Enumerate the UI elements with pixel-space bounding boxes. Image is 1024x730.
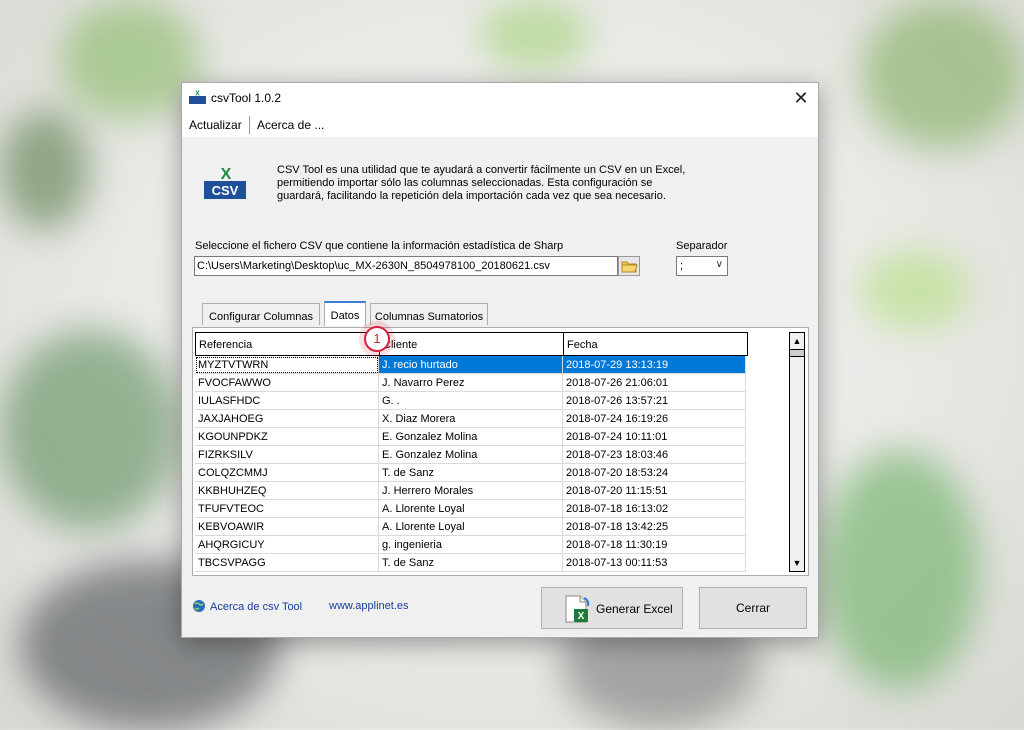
column-header-cliente[interactable]: Cliente: [380, 333, 564, 355]
table-cell-referencia[interactable]: TBCSVPAGG: [195, 554, 379, 572]
background-map: [0, 330, 180, 530]
table-cell-cliente[interactable]: J. recio hurtado: [379, 356, 563, 374]
table-row[interactable]: KKBHUHZEQ J. Herrero Morales 2018-07-20 11…: [195, 482, 748, 500]
background-plant: [860, 0, 1024, 150]
table-cell-fecha[interactable]: 2018-07-18 16:13:02: [563, 500, 746, 518]
background-object: [860, 250, 970, 330]
table-cell-cliente[interactable]: J. Herrero Morales: [379, 482, 563, 500]
tab-datos[interactable]: Datos: [324, 301, 366, 326]
table-cell-cliente[interactable]: G. .: [379, 392, 563, 410]
about-link-text: Acerca de csv Tool: [210, 601, 303, 613]
table-cell-referencia[interactable]: KGOUNPDKZ: [195, 428, 379, 446]
table-cell-fecha[interactable]: 2018-07-24 10:11:01: [563, 428, 746, 446]
table-cell-fecha[interactable]: 2018-07-23 18:03:46: [563, 446, 746, 464]
separator-label: Separador: [676, 240, 728, 252]
separator-value: ;: [680, 260, 684, 272]
about-link[interactable]: Acerca de csv Tool: [192, 599, 302, 613]
table-cell-referencia[interactable]: KEBVOAWIR: [195, 518, 379, 536]
generate-excel-label: Generar Excel: [596, 602, 673, 616]
table-cell-cliente[interactable]: E. Gonzalez Molina: [379, 428, 563, 446]
table-row[interactable]: FIZRKSILV E. Gonzalez Molina 2018-07-23 18…: [195, 446, 748, 464]
globe-icon: [193, 600, 205, 612]
table-cell-cliente[interactable]: g. ingenieria: [379, 536, 563, 554]
table-row[interactable]: KEBVOAWIR A. Llorente Loyal 2018-07-18 13:…: [195, 518, 748, 536]
table-cell-fecha[interactable]: 2018-07-18 13:42:25: [563, 518, 746, 536]
step-badge: 1: [364, 326, 390, 352]
data-panel: Referencia Cliente Fecha MYZTVTWRN J. rec…: [192, 327, 809, 576]
table-cell-referencia[interactable]: AHQRGICUY: [195, 536, 379, 554]
table-cell-referencia[interactable]: MYZTVTWRN: [195, 356, 379, 374]
column-header-referencia[interactable]: Referencia: [196, 333, 380, 355]
table-cell-fecha[interactable]: 2018-07-20 11:15:51: [563, 482, 746, 500]
svg-text:X: X: [221, 166, 232, 183]
table-cell-fecha[interactable]: 2018-07-26 21:06:01: [563, 374, 746, 392]
table-cell-referencia[interactable]: IULASFHDC: [195, 392, 379, 410]
separator-select[interactable]: ; ∨: [676, 256, 728, 276]
file-label: Seleccione el fichero CSV que contiene l…: [195, 240, 564, 252]
table-cell-cliente[interactable]: T. de Sanz: [379, 464, 563, 482]
table-row[interactable]: TFUFVTEOC A. Llorente Loyal 2018-07-18 16:…: [195, 500, 748, 518]
background-object: [820, 450, 980, 690]
background-plant: [60, 0, 200, 120]
menu-item-acerca[interactable]: Acerca de ...: [257, 118, 324, 132]
table-cell-fecha[interactable]: 2018-07-24 16:19:26: [563, 410, 746, 428]
table-row[interactable]: COLQZCMMJ T. de Sanz 2018-07-20 18:53:24: [195, 464, 748, 482]
table-row[interactable]: FVOCFAWWO J. Navarro Perez 2018-07-26 21:0…: [195, 374, 748, 392]
grid-header: Referencia Cliente Fecha: [195, 332, 748, 356]
table-row[interactable]: IULASFHDC G. . 2018-07-26 13:57:21: [195, 392, 748, 410]
table-cell-cliente[interactable]: E. Gonzalez Molina: [379, 446, 563, 464]
column-header-fecha[interactable]: Fecha: [564, 333, 747, 355]
scroll-down-icon[interactable]: ▼: [790, 555, 804, 571]
svg-text:X: X: [578, 611, 585, 622]
excel-file-icon: X: [565, 595, 590, 623]
table-cell-cliente[interactable]: J. Navarro Perez: [379, 374, 563, 392]
background-plant: [480, 0, 590, 70]
svg-text:X: X: [195, 91, 200, 98]
menu-item-actualizar[interactable]: Actualizar: [189, 118, 242, 132]
scroll-thumb[interactable]: [790, 349, 804, 357]
window-title: csvTool 1.0.2: [211, 91, 282, 105]
menu-divider: [249, 116, 250, 134]
title-bar: X csvTool 1.0.2 ✕: [182, 83, 818, 113]
background-plant: [0, 110, 90, 230]
description-text: CSV Tool es una utilidad que te ayudará …: [277, 164, 686, 202]
tab-columnas-sumatorios[interactable]: Columnas Sumatorios: [370, 303, 488, 325]
table-row[interactable]: JAXJAHOEG X. Diaz Morera 2018-07-24 16:19:…: [195, 410, 748, 428]
csv-logo-icon: X CSV: [204, 166, 246, 199]
table-row[interactable]: AHQRGICUY g. ingenieria 2018-07-18 11:30:1…: [195, 536, 748, 554]
table-cell-fecha[interactable]: 2018-07-29 13:13:19: [563, 356, 746, 374]
table-cell-referencia[interactable]: FIZRKSILV: [195, 446, 379, 464]
table-cell-referencia[interactable]: FVOCFAWWO: [195, 374, 379, 392]
scroll-up-icon[interactable]: ▲: [790, 333, 804, 349]
table-cell-cliente[interactable]: A. Llorente Loyal: [379, 518, 563, 536]
table-cell-fecha[interactable]: 2018-07-13 00:11:53: [563, 554, 746, 572]
folder-icon: [621, 261, 638, 273]
menu-bar: Actualizar Acerca de ...: [182, 113, 818, 137]
table-cell-referencia[interactable]: COLQZCMMJ: [195, 464, 379, 482]
table-cell-cliente[interactable]: X. Diaz Morera: [379, 410, 563, 428]
table-cell-referencia[interactable]: JAXJAHOEG: [195, 410, 379, 428]
browse-button[interactable]: [618, 256, 640, 276]
table-row[interactable]: KGOUNPDKZ E. Gonzalez Molina 2018-07-24 10…: [195, 428, 748, 446]
close-window-button[interactable]: ✕: [790, 87, 812, 109]
website-link[interactable]: www.applinet.es: [329, 600, 409, 612]
table-cell-referencia[interactable]: KKBHUHZEQ: [195, 482, 379, 500]
table-cell-fecha[interactable]: 2018-07-18 11:30:19: [563, 536, 746, 554]
chevron-down-icon: ∨: [715, 259, 723, 270]
svg-text:CSV: CSV: [212, 183, 239, 198]
tab-configurar-columnas[interactable]: Configurar Columnas: [202, 303, 320, 325]
generate-excel-button[interactable]: X Generar Excel: [541, 587, 683, 629]
table-row[interactable]: MYZTVTWRN J. recio hurtado 2018-07-29 13:1…: [195, 356, 748, 374]
table-cell-referencia[interactable]: TFUFVTEOC: [195, 500, 379, 518]
close-button[interactable]: Cerrar: [699, 587, 807, 629]
table-cell-fecha[interactable]: 2018-07-26 13:57:21: [563, 392, 746, 410]
table-row[interactable]: TBCSVPAGG T. de Sanz 2018-07-13 00:11:53: [195, 554, 748, 572]
table-cell-fecha[interactable]: 2018-07-20 18:53:24: [563, 464, 746, 482]
file-path-input[interactable]: C:\Users\Marketing\Desktop\uc_MX-2630N_8…: [194, 256, 618, 276]
table-cell-cliente[interactable]: A. Llorente Loyal: [379, 500, 563, 518]
table-cell-cliente[interactable]: T. de Sanz: [379, 554, 563, 572]
app-window: X csvTool 1.0.2 ✕ Actualizar Acerca de .…: [181, 82, 819, 638]
app-icon: X: [189, 91, 206, 104]
vertical-scrollbar[interactable]: ▲ ▼: [789, 332, 805, 572]
